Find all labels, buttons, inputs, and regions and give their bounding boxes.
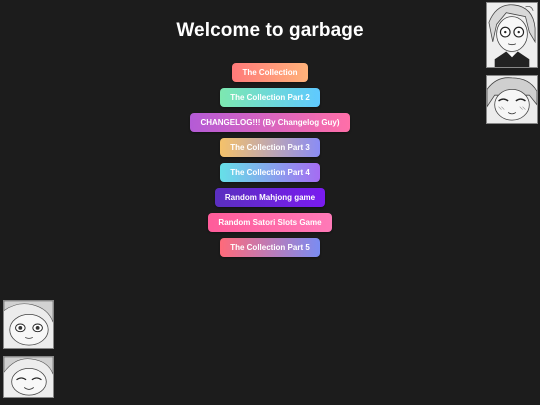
anime-girl-portrait-icon bbox=[486, 2, 538, 68]
page-title: Welcome to garbage bbox=[176, 20, 364, 41]
page: Welcome to garbage The Collection The Co… bbox=[0, 0, 540, 405]
anime-girl-blushing-icon bbox=[486, 75, 538, 124]
anime-girl-face-icon bbox=[3, 300, 54, 349]
collection-button[interactable]: The Collection bbox=[232, 63, 308, 82]
collection-part-3-button[interactable]: The Collection Part 3 bbox=[220, 138, 320, 157]
menu: The Collection The Collection Part 2 CHA… bbox=[0, 63, 540, 257]
collection-part-2-button[interactable]: The Collection Part 2 bbox=[220, 88, 320, 107]
anime-girl-smiling-icon bbox=[3, 356, 54, 398]
random-mahjong-button[interactable]: Random Mahjong game bbox=[214, 188, 326, 207]
collection-part-4-button[interactable]: The Collection Part 4 bbox=[220, 163, 320, 182]
collection-part-5-button[interactable]: The Collection Part 5 bbox=[220, 238, 320, 257]
changelog-button[interactable]: CHANGELOG!!! (By Changelog Guy) bbox=[190, 113, 350, 132]
satori-slots-button[interactable]: Random Satori Slots Game bbox=[208, 213, 332, 232]
